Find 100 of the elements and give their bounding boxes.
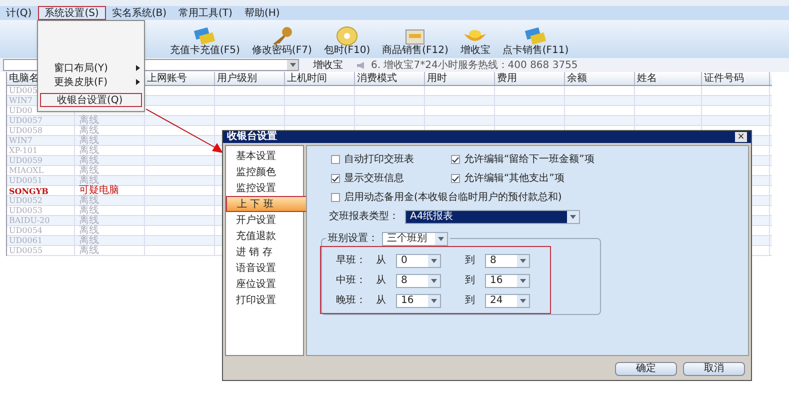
table-cell: BAIDU-20 (7, 216, 75, 225)
dialog-button[interactable]: 取消 (683, 362, 745, 376)
start-hour-select[interactable]: 0 (396, 254, 441, 268)
nav-item[interactable]: 开户设置 (226, 212, 303, 228)
table-cell: 离线 (75, 176, 145, 185)
cards-icon (192, 26, 217, 46)
menu-item[interactable]: 常用工具(T) (172, 6, 238, 20)
to-label: 到 (465, 274, 475, 288)
nav-item[interactable]: 监控颜色 (226, 164, 303, 180)
checkbox[interactable] (451, 155, 460, 164)
report-type-select[interactable]: A4纸报表 (405, 210, 580, 224)
dropdown-arrow-icon (570, 214, 576, 218)
nav-item[interactable]: 打印设置 (226, 292, 303, 308)
menu-item[interactable]: 系统设置(S) (38, 6, 106, 20)
column-header[interactable]: 消费模式 (355, 72, 425, 85)
checkbox-label: 自动打印交班表 (344, 152, 414, 167)
checkbox[interactable] (451, 174, 460, 183)
end-hour-select[interactable]: 16 (485, 274, 530, 288)
table-cell: 离线 (75, 156, 145, 165)
column-header[interactable]: 用时 (425, 72, 495, 85)
submenu-arrow-icon (136, 79, 140, 85)
toolbar-button[interactable]: 包时(F10) (324, 26, 370, 56)
table-cell: UD0051 (7, 176, 75, 185)
table-cell: WIN7 (7, 136, 75, 145)
start-hour-select[interactable]: 16 (396, 294, 441, 308)
submenu-arrow-icon (136, 65, 140, 71)
checkbox[interactable] (331, 174, 340, 183)
table-cell: 离线 (75, 246, 145, 255)
notice-text: 6. 增收宝7*24小时服务热线：400 868 3755 (371, 58, 578, 72)
shift-name: 晚班： (336, 294, 366, 308)
table-cell: 离线 (75, 126, 145, 135)
end-hour-select[interactable]: 8 (485, 254, 530, 268)
toolbar-button[interactable]: 点卡销售(F11) (502, 26, 569, 56)
toolbar-button[interactable]: 充值卡充值(F5) (170, 26, 240, 56)
disc-icon (336, 26, 358, 46)
table-cell: SONGYB (7, 186, 75, 195)
table-cell: 离线 (75, 196, 145, 205)
column-header[interactable]: 余额 (565, 72, 635, 85)
dropdown-arrow-icon (290, 63, 296, 67)
table-cell: XP-101 (7, 146, 75, 155)
report-type-label: 交班报表类型： (329, 210, 399, 224)
table-cell: UD0059 (7, 156, 75, 165)
from-label: 从 (376, 254, 386, 268)
shift-setting-label: 班别设置： (328, 232, 378, 246)
column-header[interactable]: 姓名 (635, 72, 702, 85)
close-button[interactable]: × (735, 132, 747, 142)
dropdown-arrow-icon (520, 278, 526, 282)
table-cell: 离线 (75, 136, 145, 145)
nav-item[interactable]: 充值退款 (226, 228, 303, 244)
checkmark-icon (452, 176, 459, 182)
menu-entry[interactable]: 收银台设置(Q) (40, 93, 142, 107)
menu-entry[interactable]: 更换皮肤(F) (38, 75, 144, 89)
dropdown-arrow-icon (431, 258, 437, 262)
menu-item[interactable]: 计(Q) (0, 6, 38, 20)
checkmark-icon (452, 156, 459, 162)
menu-item[interactable]: 实名系统(B) (106, 6, 173, 20)
to-label: 到 (465, 254, 475, 268)
column-header[interactable]: 费用 (495, 72, 565, 85)
checkbox[interactable] (331, 155, 340, 164)
table-cell: 离线 (75, 146, 145, 155)
table-cell: MIAOXL (7, 166, 75, 175)
checkbox-label: 启用动态备用金(本收银台临时用户的预付款总和) (344, 190, 562, 205)
dropdown-arrow-icon (520, 298, 526, 302)
dropdown-arrow-icon (438, 236, 444, 240)
toolbar-button[interactable]: 商品销售(F12) (382, 26, 448, 56)
table-cell: 离线 (75, 226, 145, 235)
shift-name: 早班： (336, 254, 366, 268)
table-cell: UD0052 (7, 196, 75, 205)
column-header[interactable]: 上机时间 (285, 72, 355, 85)
checkbox-label: 允许编辑“其他支出”项 (464, 172, 564, 186)
nav-item[interactable]: 基本设置 (226, 148, 303, 164)
shift-count-select[interactable]: 三个班别 (382, 232, 448, 246)
table-cell: 可疑电脑 (75, 186, 145, 195)
table-cell: UD0053 (7, 206, 75, 215)
dialog-button[interactable]: 确定 (615, 362, 677, 376)
toolbar-button[interactable]: 修改密码(F7) (252, 26, 312, 56)
table-cell: 离线 (75, 216, 145, 225)
nav-item[interactable]: 监控设置 (226, 180, 303, 196)
menu-entry[interactable]: 窗口布局(Y) (38, 61, 144, 75)
checkbox[interactable] (331, 193, 340, 202)
column-header[interactable]: 证件号码 (702, 72, 770, 85)
increase-income-button[interactable]: 增收宝 (305, 58, 351, 72)
start-hour-select[interactable]: 8 (396, 274, 441, 288)
column-header[interactable]: 用户级别 (215, 72, 285, 85)
table-cell: 离线 (75, 206, 145, 215)
toolbar-button[interactable]: 增收宝 (460, 26, 490, 56)
checkmark-icon (332, 176, 339, 182)
nav-item[interactable]: 语音设置 (226, 260, 303, 276)
table-cell: 离线 (75, 116, 145, 125)
menu-item[interactable]: 帮助(H) (238, 6, 286, 20)
end-hour-select[interactable]: 24 (485, 294, 530, 308)
nav-item[interactable]: 进 销 存 (226, 244, 303, 260)
shift-name: 中班： (336, 274, 366, 288)
table-cell: UD0055 (7, 246, 75, 255)
table-cell: UD0058 (7, 126, 75, 135)
table-cell: UD0054 (7, 226, 75, 235)
dialog-title: 收银台设置 (227, 132, 277, 142)
nav-item[interactable]: 座位设置 (226, 276, 303, 292)
table-cell: 离线 (75, 166, 145, 175)
table-cell: UD0057 (7, 116, 75, 125)
